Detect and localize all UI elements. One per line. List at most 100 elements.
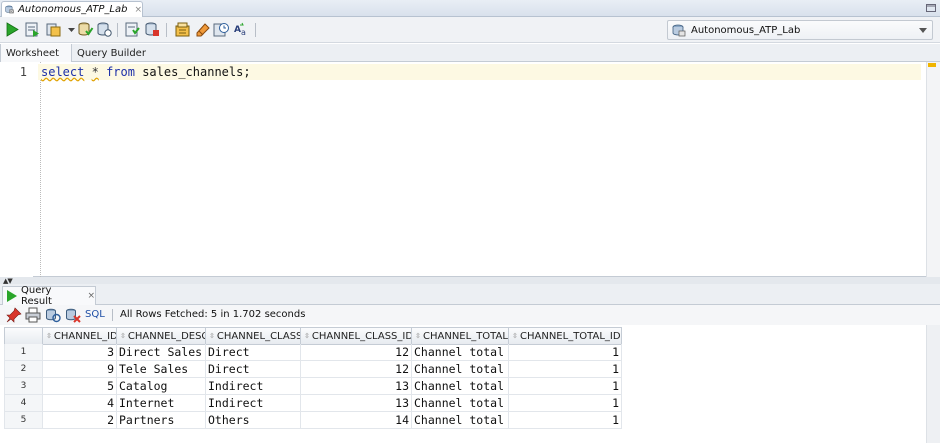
- tab-query-builder[interactable]: Query Builder: [72, 44, 151, 62]
- tab-worksheet[interactable]: Worksheet: [0, 44, 72, 62]
- row-number: 1: [4, 344, 43, 361]
- cell-channel-desc[interactable]: Tele Sales: [117, 361, 206, 378]
- cell-channel-class-id[interactable]: 12: [301, 344, 412, 361]
- connection-select[interactable]: Autonomous_ATP_Lab: [667, 20, 933, 40]
- editor-scrollbar[interactable]: [926, 62, 940, 277]
- operator-star: *: [91, 65, 99, 79]
- cell-channel-total-id[interactable]: 1: [509, 395, 622, 412]
- cell-channel-class-id[interactable]: 13: [301, 395, 412, 412]
- print-button[interactable]: [25, 307, 41, 323]
- pin-button[interactable]: [6, 307, 22, 323]
- row-number: 5: [4, 412, 43, 429]
- format-button[interactable]: Aa: [233, 21, 250, 38]
- toolbar-separator: [117, 23, 118, 37]
- cell-channel-total-id[interactable]: 1: [509, 378, 622, 395]
- sql-history-button[interactable]: [213, 21, 230, 38]
- database-connection-icon: SQL: [5, 5, 14, 14]
- sort-icon: ⇳: [304, 331, 310, 340]
- result-toolbar: SQL All Rows Fetched: 5 in 1.702 seconds: [0, 305, 940, 325]
- document-tab-bar: SQL Autonomous_ATP_Lab ×: [0, 0, 940, 17]
- cell-channel-class[interactable]: Direct: [206, 361, 301, 378]
- warning-marker[interactable]: [928, 63, 936, 67]
- cancel-button[interactable]: [65, 307, 81, 323]
- explain-plan-button[interactable]: [144, 21, 161, 38]
- cell-channel-class-id[interactable]: 12: [301, 361, 412, 378]
- cell-channel-id[interactable]: 4: [43, 395, 117, 412]
- eraser-icon: [196, 23, 210, 37]
- commit-icon: [78, 22, 94, 36]
- sql-link[interactable]: SQL: [85, 309, 105, 320]
- cell-channel-total-id[interactable]: 1: [509, 344, 622, 361]
- cell-channel-class[interactable]: Indirect: [206, 395, 301, 412]
- cell-channel-desc[interactable]: Direct Sales: [117, 344, 206, 361]
- column-header[interactable]: ⇳ CHANNEL_DESC: [117, 327, 206, 345]
- run-statement-button[interactable]: [4, 21, 21, 38]
- rollback-button[interactable]: [96, 21, 113, 38]
- sort-icon: ⇳: [512, 331, 518, 340]
- cell-channel-class[interactable]: Direct: [206, 344, 301, 361]
- cell-channel-id[interactable]: 5: [43, 378, 117, 395]
- sort-icon: ⇳: [415, 331, 421, 340]
- run-icon: [7, 290, 17, 302]
- column-header[interactable]: ⇳ CHANNEL_CLASS: [206, 327, 301, 345]
- cell-channel-total[interactable]: Channel total: [412, 378, 509, 395]
- pane-splitter[interactable]: ▲▼: [0, 277, 940, 285]
- toolbar-separator: [166, 23, 167, 37]
- result-tab-close-icon[interactable]: ×: [87, 291, 95, 301]
- code-line[interactable]: select * from sales_channels;: [38, 64, 921, 80]
- cancel-icon: [66, 308, 81, 323]
- refresh-button[interactable]: [45, 307, 61, 323]
- grid-scrollbar[interactable]: [926, 325, 940, 443]
- commit-button[interactable]: [77, 21, 94, 38]
- column-header[interactable]: ⇳ CHANNEL_CLASS_ID: [301, 327, 412, 345]
- cell-channel-total[interactable]: Channel total: [412, 361, 509, 378]
- cell-channel-total[interactable]: Channel total: [412, 395, 509, 412]
- run-icon: [6, 22, 19, 37]
- sort-icon: ⇳: [46, 331, 52, 340]
- chevron-down-icon: [919, 28, 927, 33]
- document-tab[interactable]: SQL Autonomous_ATP_Lab ×: [1, 1, 143, 17]
- keyword-from: from: [106, 65, 135, 79]
- row-number: 4: [4, 395, 43, 412]
- document-tab-title: Autonomous_ATP_Lab: [18, 4, 128, 15]
- cell-channel-class-id[interactable]: 13: [301, 378, 412, 395]
- cell-channel-desc[interactable]: Catalog: [117, 378, 206, 395]
- cell-channel-class[interactable]: Indirect: [206, 378, 301, 395]
- cell-channel-total-id[interactable]: 1: [509, 361, 622, 378]
- cell-channel-id[interactable]: 2: [43, 412, 117, 429]
- connection-label: Autonomous_ATP_Lab: [691, 24, 801, 36]
- cell-channel-desc[interactable]: Internet: [117, 395, 206, 412]
- row-number-header: [4, 327, 43, 345]
- column-header[interactable]: ⇳ CHANNEL_ID: [43, 327, 117, 345]
- svg-text:A: A: [234, 25, 241, 35]
- result-tab-label: Query Result: [21, 285, 52, 307]
- pin-icon: [6, 307, 22, 323]
- cell-channel-class[interactable]: Others: [206, 412, 301, 429]
- unshared-sql-icon: [125, 22, 140, 37]
- run-script-button[interactable]: [24, 21, 41, 38]
- sql-tuning-advisor-button[interactable]: [174, 21, 191, 38]
- tab-query-result[interactable]: Query Result ×: [2, 285, 96, 307]
- table-name: sales_channels;: [142, 65, 251, 79]
- cell-channel-total[interactable]: Channel total: [412, 344, 509, 361]
- row-number: 3: [4, 378, 43, 395]
- cell-channel-desc[interactable]: Partners: [117, 412, 206, 429]
- column-header[interactable]: ⇳ CHANNEL_TOTAL: [412, 327, 509, 345]
- cell-channel-class-id[interactable]: 14: [301, 412, 412, 429]
- unshared-sql-button[interactable]: [124, 21, 141, 38]
- cell-channel-total[interactable]: Channel total: [412, 412, 509, 429]
- column-header[interactable]: ⇳ CHANNEL_TOTAL_ID: [509, 327, 622, 345]
- autotrace-dropdown[interactable]: [63, 21, 75, 38]
- cell-channel-id[interactable]: 9: [43, 361, 117, 378]
- gutter-divider: [40, 62, 41, 277]
- cell-channel-total-id[interactable]: 1: [509, 412, 622, 429]
- svg-text:a: a: [241, 28, 246, 37]
- clear-button[interactable]: [194, 21, 211, 38]
- autotrace-button[interactable]: [45, 21, 62, 38]
- cell-channel-id[interactable]: 3: [43, 344, 117, 361]
- database-connection-icon: [672, 24, 686, 36]
- maximize-icon[interactable]: [926, 4, 936, 12]
- document-tab-close-icon[interactable]: ×: [134, 5, 142, 15]
- worksheet-subtabs: Worksheet Query Builder: [0, 44, 940, 62]
- sql-editor[interactable]: 1 select * from sales_channels;: [0, 62, 940, 277]
